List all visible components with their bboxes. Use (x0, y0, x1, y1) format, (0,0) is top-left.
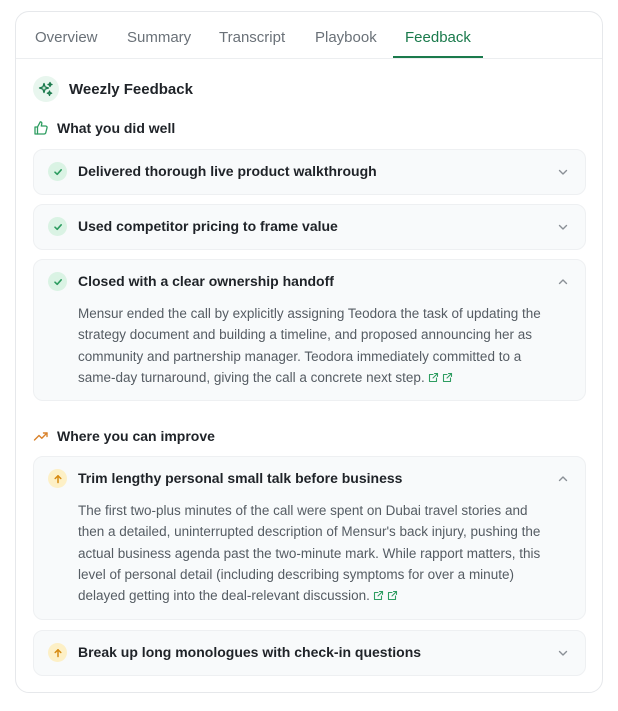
external-link-icon[interactable] (387, 586, 398, 607)
tab-summary[interactable]: Summary (127, 29, 191, 46)
feedback-item-body: Mensur ended the call by explicitly assi… (78, 303, 568, 389)
feedback-item-title: Used competitor pricing to frame value (78, 218, 338, 234)
feedback-item-expanded[interactable]: Trim lengthy personal small talk before … (33, 456, 586, 620)
arrow-up-icon (48, 469, 67, 488)
feedback-item-header[interactable]: Used competitor pricing to frame value (34, 205, 585, 249)
arrow-up-icon (48, 643, 67, 662)
active-tab-indicator (393, 56, 483, 58)
check-icon (48, 272, 67, 291)
body-line: strategy document and building a timelin… (78, 327, 533, 343)
chevron-up-icon[interactable] (557, 276, 569, 288)
feedback-title: Weezly Feedback (69, 80, 193, 98)
feedback-item[interactable]: Break up long monologues with check-in q… (33, 630, 586, 676)
feedback-item-title: Trim lengthy personal small talk before … (78, 470, 403, 486)
section-heading-did-well: What you did well (33, 119, 175, 137)
body-line: actual business agenda past the two-minu… (78, 545, 541, 561)
feedback-item-header[interactable]: Closed with a clear ownership handoff (34, 260, 585, 304)
thumbs-up-icon (33, 120, 49, 136)
feedback-item-header[interactable]: Break up long monologues with check-in q… (34, 631, 585, 675)
chevron-down-icon[interactable] (557, 647, 569, 659)
body-line: same-day turnaround, giving the call a c… (78, 367, 568, 389)
external-link-icon[interactable] (428, 368, 439, 389)
body-line: community and partnership manager. Teodo… (78, 348, 522, 364)
feedback-header: Weezly Feedback (33, 76, 193, 102)
section-label: Where you can improve (57, 428, 215, 444)
chevron-down-icon[interactable] (557, 221, 569, 233)
feedback-card: Overview Summary Transcript Playbook Fee… (15, 11, 603, 693)
feedback-item-title: Closed with a clear ownership handoff (78, 273, 334, 289)
chevron-down-icon[interactable] (557, 166, 569, 178)
sparkle-icon (33, 76, 59, 102)
tab-feedback[interactable]: Feedback (405, 29, 471, 46)
feedback-item-title: Break up long monologues with check-in q… (78, 644, 422, 660)
feedback-item-header[interactable]: Delivered thorough live product walkthro… (34, 150, 585, 194)
chevron-up-icon[interactable] (557, 473, 569, 485)
body-line: Mensur ended the call by explicitly assi… (78, 306, 541, 321)
check-icon (48, 217, 67, 236)
tab-bar: Overview Summary Transcript Playbook Fee… (16, 12, 602, 59)
body-line: The first two-plus minutes of the call w… (78, 503, 528, 518)
body-line: delayed getting into the deal-relevant d… (78, 585, 568, 607)
feedback-item-title: Delivered thorough live product walkthro… (78, 163, 377, 179)
section-label: What you did well (57, 120, 176, 136)
body-line: level of personal detail (including desc… (78, 566, 514, 582)
trending-up-icon (33, 428, 49, 444)
feedback-item[interactable]: Used competitor pricing to frame value (33, 204, 586, 250)
tab-overview[interactable]: Overview (35, 29, 98, 46)
feedback-item-header[interactable]: Trim lengthy personal small talk before … (34, 457, 585, 501)
tab-transcript[interactable]: Transcript (219, 29, 285, 46)
feedback-item-body: The first two-plus minutes of the call w… (78, 500, 568, 607)
check-icon (48, 162, 67, 181)
section-heading-improve: Where you can improve (33, 427, 215, 445)
external-link-icon[interactable] (442, 368, 453, 389)
tab-playbook[interactable]: Playbook (315, 29, 377, 46)
feedback-item-expanded[interactable]: Closed with a clear ownership handoff Me… (33, 259, 586, 401)
body-line: then a detailed, uninterrupted descripti… (78, 524, 541, 540)
feedback-item[interactable]: Delivered thorough live product walkthro… (33, 149, 586, 195)
external-link-icon[interactable] (373, 586, 384, 607)
